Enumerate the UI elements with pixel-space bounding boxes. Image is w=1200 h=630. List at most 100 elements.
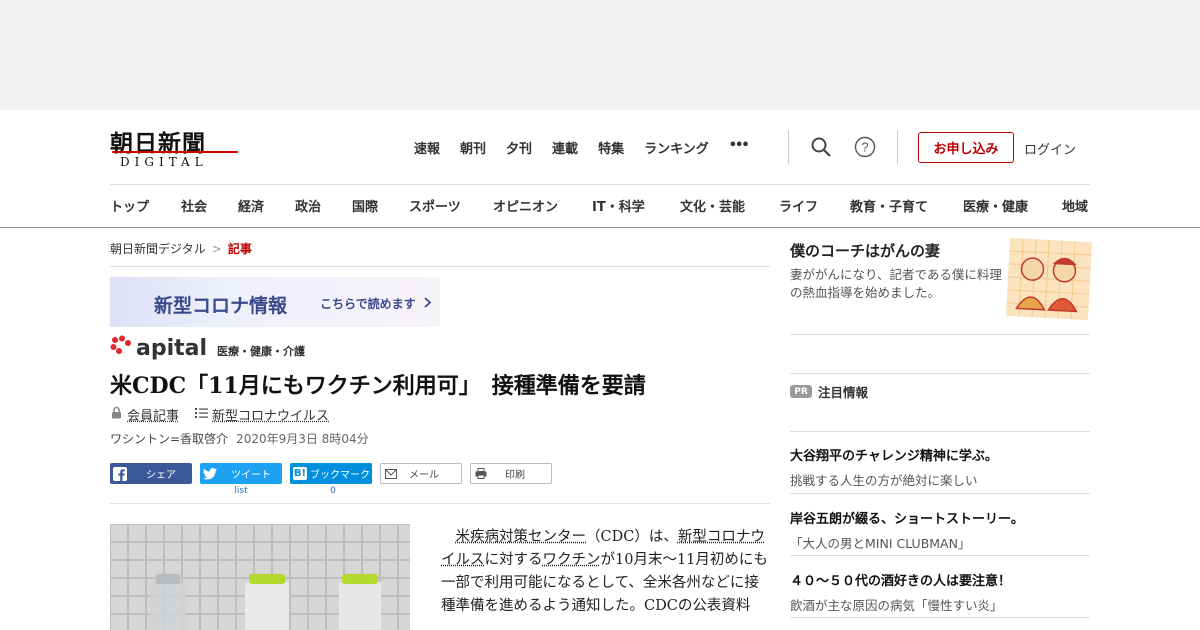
twitter-share-label: ツイート [231, 470, 271, 481]
cat-society[interactable]: 社会 [181, 196, 207, 215]
feature-illustration [1006, 237, 1092, 321]
cat-international[interactable]: 国際 [352, 196, 378, 215]
breadcrumb-separator: > [211, 242, 222, 256]
feature-description: 妻ががんになり、記者である僕に料理の熱血指導を始めました。 [790, 267, 1002, 300]
apital-subtitle: 医療・健康・介護 [217, 345, 306, 358]
divider [110, 503, 770, 504]
article-photo[interactable] [110, 524, 410, 630]
breadcrumb-current: 記事 [227, 242, 252, 256]
article-body: 米疾病対策センター（CDC）は、新型コロナウイルスに対するワクチンが10月末～1… [441, 526, 771, 618]
article-headline: 米CDC「11月にもワクチン利用可」 接種準備を要請 [110, 373, 646, 399]
pr-item[interactable]: 大谷翔平のチャレンジ精神に学ぶ。 挑戦する人生の方が絶対に楽しい [790, 445, 1090, 489]
site-logo[interactable]: 朝日新聞 DIGITAL [110, 124, 242, 172]
header-divider [110, 184, 1090, 185]
feature-title: 僕のコーチはがんの妻 [790, 242, 941, 260]
pr-item[interactable]: 岸谷五朗が綴る、ショートストーリー。 「大人の男とMINI CLUBMAN」 [790, 508, 1090, 552]
print-icon [471, 468, 491, 479]
logo-subtext: DIGITAL [120, 155, 208, 169]
facebook-share-button[interactable]: シェア [110, 463, 192, 484]
top-nav: 速報 朝刊 夕刊 連載 特集 ランキング ••• [414, 138, 768, 157]
divider [897, 130, 898, 164]
pr-badge: PR [790, 385, 812, 398]
body-text: （CDC）は、 [586, 529, 678, 545]
pr-section-title: 注目情報 [818, 385, 869, 400]
twitter-count[interactable]: list [200, 486, 282, 496]
hatena-icon: B! [290, 467, 310, 480]
topic-tag[interactable]: 新型コロナウイルス [212, 405, 329, 424]
cat-education[interactable]: 教育・子育て [850, 196, 928, 215]
list-icon [195, 407, 209, 423]
cat-it-science[interactable]: IT・科学 [592, 196, 645, 215]
publish-date: 2020年9月3日 8時04分 [236, 432, 369, 446]
divider [790, 617, 1090, 618]
category-nav: トップ 社会 経済 政治 国際 スポーツ オピニオン IT・科学 文化・芸能 ラ… [110, 196, 1110, 216]
pr-item-desc: 飲酒が主な原因の病気「慢性すい炎」 [790, 598, 1003, 613]
breadcrumb-home[interactable]: 朝日新聞デジタル [110, 242, 206, 256]
top-ad-area [0, 0, 1200, 110]
mail-icon [381, 468, 401, 479]
nav-features[interactable]: 特集 [598, 138, 624, 157]
apital-label[interactable]: apital 医療・健康・介護 [110, 335, 306, 361]
pr-item-desc: 「大人の男とMINI CLUBMAN」 [790, 536, 971, 551]
sidebar-feature[interactable]: 僕のコーチはがんの妻 妻ががんになり、記者である僕に料理の熱血指導を始めました。 [790, 237, 1092, 335]
search-icon[interactable] [810, 136, 832, 158]
cat-top[interactable]: トップ [110, 196, 149, 215]
byline: ワシントン=香取啓介 2020年9月3日 8時04分 [110, 430, 369, 447]
divider [790, 555, 1090, 556]
pr-item-title: 大谷翔平のチャレンジ精神に学ぶ。 [790, 449, 998, 464]
cat-culture[interactable]: 文化・芸能 [680, 196, 745, 215]
banner-link: こちらで読めます [320, 295, 432, 312]
divider [790, 373, 1090, 374]
cat-local[interactable]: 地域 [1062, 196, 1088, 215]
print-button[interactable]: 印刷 [470, 463, 552, 484]
twitter-share-button[interactable]: ツイート [200, 463, 282, 484]
banner-title: 新型コロナ情報 [154, 295, 288, 317]
cat-politics[interactable]: 政治 [295, 196, 321, 215]
hatena-icon-text: B! [292, 467, 308, 480]
member-article-tag[interactable]: 会員記事 [127, 405, 179, 424]
chevron-right-icon [420, 297, 432, 311]
body-link-cdc[interactable]: 米疾病対策センター [456, 529, 587, 545]
pr-item-desc: 挑戦する人生の方が絶対に楽しい [790, 473, 978, 488]
nav-breaking[interactable]: 速報 [414, 138, 440, 157]
cat-economy[interactable]: 経済 [238, 196, 264, 215]
hatena-bookmark-button[interactable]: B! ブックマーク [290, 463, 372, 484]
svg-text:?: ? [861, 140, 868, 155]
facebook-share-label: シェア [146, 470, 176, 481]
banner-link-text: こちらで読めます [320, 297, 416, 311]
nav-ranking[interactable]: ランキング [644, 138, 709, 157]
login-link[interactable]: ログイン [1024, 139, 1076, 158]
hatena-count[interactable]: 0 [292, 486, 374, 496]
apital-logo-icon [110, 335, 132, 359]
cat-opinion[interactable]: オピニオン [493, 196, 558, 215]
logo-underline [112, 151, 238, 153]
cat-life[interactable]: ライフ [779, 196, 818, 215]
apply-button[interactable]: お申し込み [918, 132, 1014, 163]
divider [790, 431, 1090, 432]
more-menu-button[interactable]: ••• [729, 138, 750, 157]
mail-share-button[interactable]: メール [380, 463, 462, 484]
help-icon[interactable]: ? [854, 136, 876, 158]
pr-item-title: ４０～５０代の酒好きの人は要注意！ [790, 574, 1012, 589]
cat-health[interactable]: 医療・健康 [963, 196, 1028, 215]
breadcrumb: 朝日新聞デジタル > 記事 [110, 240, 252, 257]
pr-item[interactable]: ４０～５０代の酒好きの人は要注意！ 飲酒が主な原因の病気「慢性すい炎」 [790, 570, 1090, 614]
mail-label: メール [409, 470, 439, 481]
twitter-icon [200, 467, 220, 480]
apital-name: apital [136, 336, 208, 361]
cat-sports[interactable]: スポーツ [409, 196, 461, 215]
nav-morning[interactable]: 朝刊 [460, 138, 486, 157]
corona-info-banner[interactable]: 新型コロナ情報 こちらで読めます [110, 277, 440, 327]
author: ワシントン=香取啓介 [110, 432, 229, 446]
body-text: に対する [484, 552, 543, 568]
nav-series[interactable]: 連載 [552, 138, 578, 157]
facebook-icon [110, 466, 130, 481]
divider [788, 130, 789, 164]
body-link-vaccine[interactable]: ワクチン [543, 552, 601, 568]
nav-evening[interactable]: 夕刊 [506, 138, 532, 157]
article-tags: 会員記事 新型コロナウイルス [110, 405, 345, 424]
divider [790, 493, 1090, 494]
hatena-label: ブックマーク [310, 470, 370, 481]
body-indent [441, 529, 456, 545]
pr-section-header: PR 注目情報 [790, 382, 868, 401]
